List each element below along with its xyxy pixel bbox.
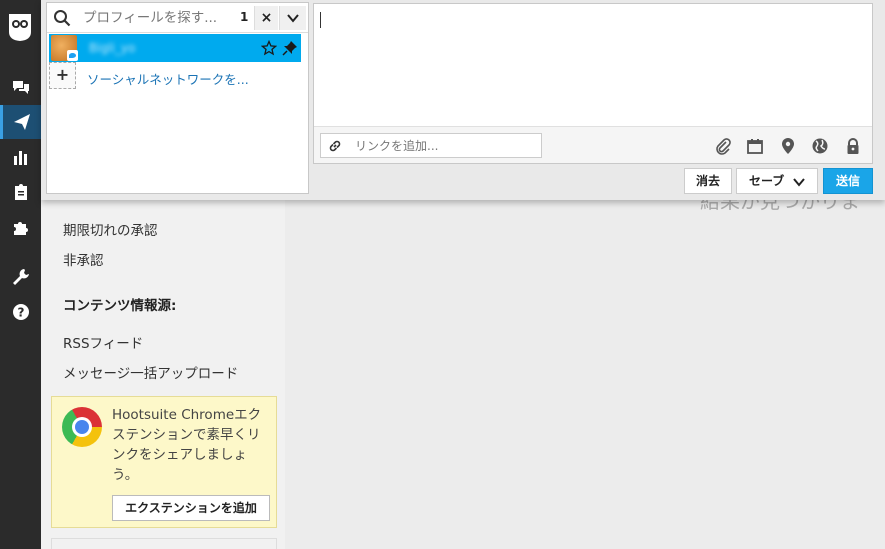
chevron-down-icon xyxy=(287,14,299,23)
paperclip-icon[interactable] xyxy=(714,137,732,155)
link-icon xyxy=(329,140,341,152)
clear-button[interactable]: 消去 xyxy=(684,168,732,194)
profile-search-input[interactable] xyxy=(83,9,233,27)
selected-profile-row[interactable]: Bigli_yo xyxy=(49,34,301,62)
add-network-plus-icon[interactable]: + xyxy=(49,62,76,89)
content-sources-heading: コンテンツ情報源: xyxy=(63,298,177,314)
streams-icon[interactable] xyxy=(0,70,41,104)
left-navigation: ? xyxy=(0,0,41,549)
message-textarea[interactable] xyxy=(313,3,873,164)
text-caret xyxy=(320,12,321,28)
chrome-extension-promo: Hootsuite Chromeエクステンションで素早くリンクをシェアしましょう… xyxy=(51,396,277,528)
help-icon[interactable]: ? xyxy=(0,295,41,329)
apps-icon[interactable] xyxy=(0,210,41,244)
analytics-icon[interactable] xyxy=(0,140,41,174)
twitter-icon xyxy=(67,50,78,61)
send-button[interactable]: 送信 xyxy=(823,168,873,194)
save-button-label: セーブ xyxy=(749,174,785,188)
calendar-icon[interactable] xyxy=(746,137,764,155)
rejected-link[interactable]: 非承認 xyxy=(63,249,104,269)
svg-text:?: ? xyxy=(17,306,24,320)
add-extension-button[interactable]: エクステンションを追加 xyxy=(112,495,270,521)
assignments-icon[interactable] xyxy=(0,175,41,209)
pin-icon[interactable] xyxy=(282,40,298,56)
add-link-input[interactable] xyxy=(355,137,535,154)
profile-dropdown-button[interactable] xyxy=(279,6,306,30)
add-network-link[interactable]: ソーシャルネットワークを... xyxy=(87,69,249,88)
expired-approvals-link[interactable]: 期限切れの承認 xyxy=(63,219,158,239)
profile-search-row: 1 × xyxy=(47,3,308,33)
profile-picker: 1 × Bigli_yo + ソーシャルネットワークを... xyxy=(46,2,309,194)
save-button[interactable]: セーブ xyxy=(736,168,818,194)
tools-icon[interactable] xyxy=(0,260,41,294)
next-panel xyxy=(51,538,277,549)
globe-icon[interactable] xyxy=(811,137,829,155)
chrome-logo-icon xyxy=(62,407,102,447)
bulk-upload-link[interactable]: メッセージ一括アップロード xyxy=(63,362,238,382)
lock-icon[interactable] xyxy=(844,137,862,155)
location-pin-icon[interactable] xyxy=(779,137,797,155)
search-icon xyxy=(54,10,71,27)
clear-selection-button[interactable]: × xyxy=(254,6,278,30)
publisher-icon[interactable] xyxy=(0,105,41,139)
attachment-toolbar xyxy=(314,126,872,163)
chevron-down-icon xyxy=(793,178,805,187)
rss-feed-link[interactable]: RSSフィード xyxy=(63,332,143,352)
add-link-field[interactable] xyxy=(320,133,542,158)
promo-text: Hootsuite Chromeエクステンションで素早くリンクをシェアしましょう… xyxy=(112,407,262,483)
profile-name: Bigli_yo xyxy=(89,41,136,55)
add-social-network-row[interactable]: + ソーシャルネットワークを... xyxy=(47,61,308,91)
owl-logo-icon[interactable] xyxy=(7,12,33,42)
selected-count: 1 xyxy=(240,10,249,24)
star-icon[interactable] xyxy=(261,40,277,56)
